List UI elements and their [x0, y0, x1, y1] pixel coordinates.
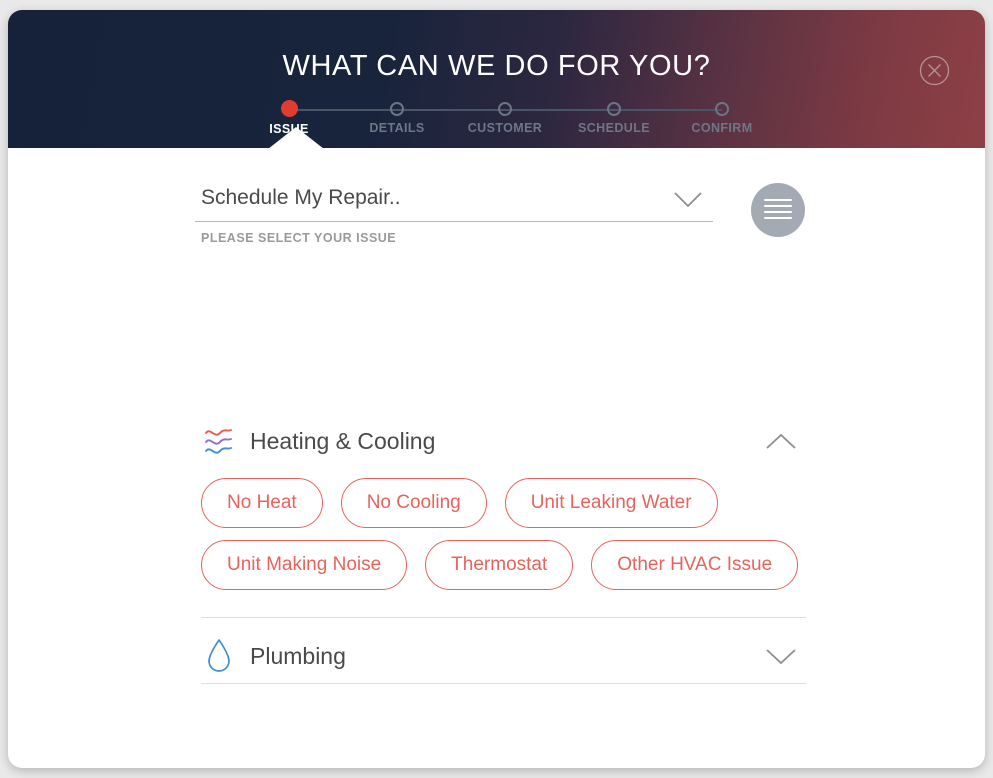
step-dot	[498, 102, 512, 116]
category-header[interactable]: Heating & Cooling	[195, 413, 805, 469]
heating-cooling-waves-icon	[202, 424, 236, 458]
step-label: CUSTOMER	[467, 121, 543, 135]
section-divider	[201, 617, 806, 618]
step-dot	[607, 102, 621, 116]
chip-unit-leaking-water[interactable]: Unit Leaking Water	[504, 478, 718, 528]
category-title: Plumbing	[250, 642, 346, 669]
issue-select[interactable]: Schedule My Repair..	[195, 186, 713, 222]
step-dot	[715, 102, 729, 116]
chip-row: Unit Making Noise Thermostat Other HVAC …	[201, 540, 821, 590]
category-heating-cooling[interactable]: Heating & Cooling	[195, 413, 805, 469]
category-plumbing[interactable]: Plumbing	[195, 628, 805, 684]
page-title: WHAT CAN WE DO FOR YOU?	[282, 50, 711, 82]
issue-select-value: Schedule My Repair..	[195, 186, 713, 222]
chip-thermostat[interactable]: Thermostat	[425, 540, 574, 590]
stepper-step-schedule[interactable]: SCHEDULE	[569, 100, 659, 135]
modal-header: WHAT CAN WE DO FOR YOU? ISSUE DETAILS CU…	[8, 10, 985, 148]
stepper-step-customer[interactable]: CUSTOMER	[460, 100, 550, 135]
chevron-down-icon[interactable]	[765, 647, 797, 666]
issue-select-row: Schedule My Repair.. PLEASE SELECT YOUR …	[195, 183, 815, 256]
step-dot	[390, 102, 404, 116]
page-background: WHAT CAN WE DO FOR YOU? ISSUE DETAILS CU…	[0, 0, 993, 778]
chip-other-hvac-issue[interactable]: Other HVAC Issue	[591, 540, 799, 590]
water-drop-icon	[202, 639, 236, 673]
step-label: DETAILS	[369, 121, 425, 135]
section-divider	[201, 683, 806, 684]
category-title: Heating & Cooling	[250, 427, 436, 454]
chip-no-heat[interactable]: No Heat	[201, 478, 323, 528]
progress-stepper: ISSUE DETAILS CUSTOMER SCHEDULE CONFIRM	[269, 100, 752, 148]
issue-select-helper: PLEASE SELECT YOUR ISSUE	[201, 231, 397, 245]
step-dot	[280, 100, 298, 117]
stepper-step-details[interactable]: DETAILS	[352, 100, 442, 135]
modal-card: WHAT CAN WE DO FOR YOU? ISSUE DETAILS CU…	[8, 10, 985, 768]
chip-unit-making-noise[interactable]: Unit Making Noise	[201, 540, 408, 590]
list-lines-icon[interactable]	[751, 183, 805, 237]
chevron-up-icon[interactable]	[765, 432, 797, 451]
issue-chip-group: No Heat No Cooling Unit Leaking Water Un…	[201, 478, 821, 602]
step-label: SCHEDULE	[578, 121, 650, 135]
close-icon[interactable]	[919, 55, 950, 86]
list-bars	[764, 199, 792, 223]
category-header[interactable]: Plumbing	[195, 628, 805, 684]
chip-row: No Heat No Cooling Unit Leaking Water	[201, 478, 821, 528]
stepper-step-confirm[interactable]: CONFIRM	[677, 100, 767, 135]
active-step-notch	[268, 127, 324, 148]
chip-no-cooling[interactable]: No Cooling	[340, 478, 487, 528]
chevron-down-icon	[673, 191, 703, 209]
step-label: CONFIRM	[691, 121, 753, 135]
